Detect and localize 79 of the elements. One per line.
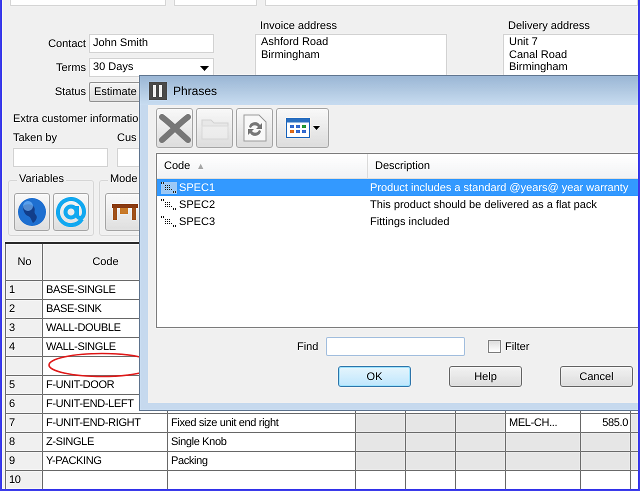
text-field[interactable] — [13, 148, 108, 167]
table-cell — [580, 470, 630, 489]
field-label: Contact — [47, 38, 86, 50]
at-sign-icon — [56, 197, 86, 227]
field-label: Cus — [117, 132, 138, 144]
phrase-description: Product includes a standard @years@ year warranty — [369, 182, 628, 194]
dialog-button[interactable]: Cancel — [560, 366, 633, 387]
filter-checkbox[interactable] — [488, 340, 501, 353]
column-header[interactable]: Description — [368, 154, 430, 178]
caret-icon — [312, 126, 320, 130]
row-number — [6, 356, 42, 375]
address-line: Birmingham — [261, 49, 321, 62]
phrase-icon — [161, 216, 177, 228]
row-number: 8 — [6, 432, 42, 451]
row-number: 9 — [6, 451, 42, 470]
address-line: Ashford Road — [261, 36, 330, 49]
row-number: 1 — [6, 280, 42, 299]
row-number: 5 — [6, 375, 42, 394]
refresh-icon — [242, 113, 268, 143]
field-label: Taken by — [13, 132, 58, 144]
address-line: Unit 7 — [509, 36, 539, 48]
field-label: Status — [54, 86, 86, 98]
phrase-code: SPEC1 — [178, 182, 216, 194]
table-cell — [580, 432, 630, 451]
text-field[interactable] — [264, 0, 638, 6]
delete-button[interactable] — [156, 108, 193, 148]
find-label: Find — [297, 340, 320, 352]
row-number: 7 — [6, 413, 42, 432]
list-row[interactable]: SPEC3 Fittings included — [157, 213, 638, 230]
window-title: Phrases — [173, 84, 218, 98]
field-label: Invoice address — [260, 20, 338, 34]
text-field[interactable] — [174, 0, 257, 6]
dropdown[interactable]: 30 Days — [89, 58, 214, 77]
table-cell — [580, 451, 630, 470]
address-line: Birmingham — [509, 61, 569, 74]
address-line: Canal Road — [509, 48, 568, 61]
close-icon — [158, 113, 192, 143]
list-row[interactable]: SPEC2 This product should be delivered as a flat pack — [157, 196, 638, 213]
column-header[interactable]: Code ▲ — [157, 154, 368, 178]
dialog-button[interactable]: OK — [338, 366, 411, 387]
globe-button[interactable] — [14, 193, 50, 231]
phrase-icon — [161, 182, 177, 194]
row-number: 3 — [6, 318, 42, 337]
table-cell: Single Knob — [168, 432, 356, 451]
view-button[interactable] — [276, 108, 329, 148]
caret-icon — [200, 66, 209, 71]
row-number: 6 — [6, 394, 42, 413]
table-cell: 585.0 — [580, 413, 630, 432]
text-field[interactable]: John Smith — [89, 34, 214, 53]
globe-icon — [17, 197, 47, 227]
table-cell: Z-SINGLE — [42, 432, 168, 451]
phrase-code: SPEC2 — [178, 198, 216, 210]
app-icon — [149, 82, 167, 100]
table-cell: Y-PACKING — [42, 451, 168, 470]
field-label: Terms — [55, 62, 86, 74]
group-label: Variables — [17, 173, 66, 185]
column-header[interactable]: No — [6, 243, 42, 280]
sort-indicator: ▲ — [196, 161, 206, 171]
row-number: 10 — [6, 470, 42, 489]
phrase-code: SPEC3 — [178, 216, 216, 228]
phrase-description: This product should be delivered as a flat pack — [369, 198, 597, 210]
phrase-description: Fittings included — [369, 216, 450, 228]
group-label: Mode — [108, 173, 140, 185]
desk-icon — [112, 204, 138, 220]
text-field[interactable] — [10, 0, 166, 6]
table-cell: Packing — [168, 451, 356, 470]
filter-label: Filter — [505, 340, 530, 352]
row-number: 4 — [6, 337, 42, 356]
dialog-button[interactable]: Help — [449, 366, 522, 387]
section-heading: Extra customer informatio — [13, 113, 140, 125]
phrase-icon — [161, 198, 177, 210]
row-number: 2 — [6, 299, 42, 318]
grid-view-icon — [286, 118, 310, 138]
field-label: Delivery address — [508, 20, 591, 34]
refresh-button[interactable] — [236, 108, 273, 148]
table-cell: F-UNIT-END-RIGHT — [42, 413, 168, 432]
find-field[interactable] — [326, 337, 465, 356]
table-cell: MEL-CH... — [506, 413, 580, 432]
table-cell: Fixed size unit end right — [168, 413, 356, 432]
